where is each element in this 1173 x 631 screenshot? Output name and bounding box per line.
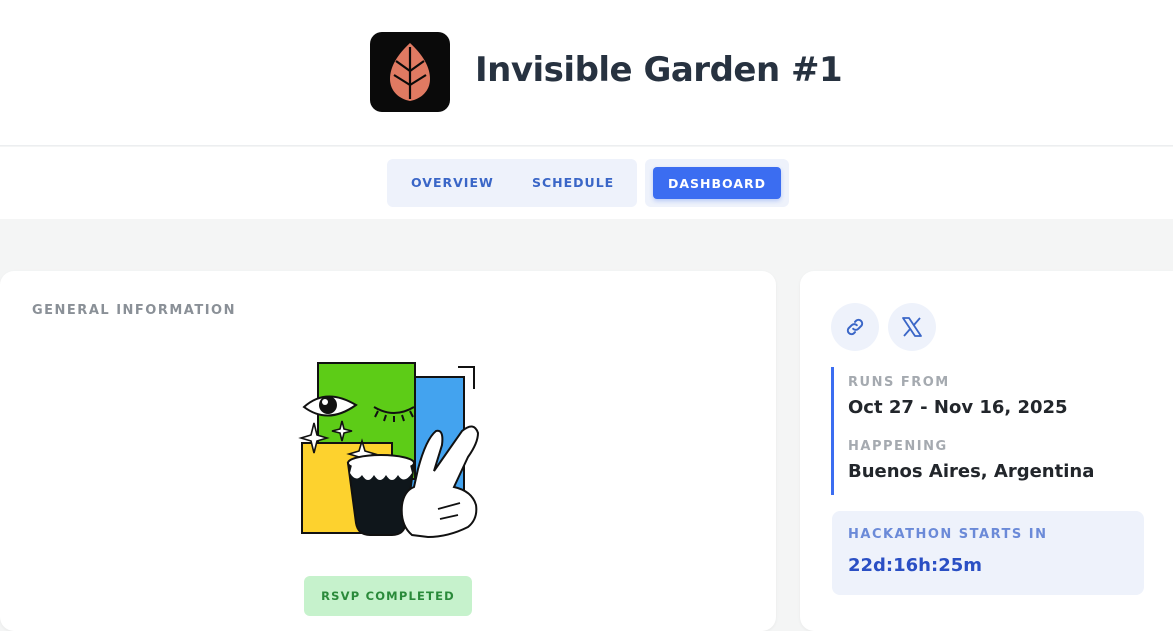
tab-schedule[interactable]: SCHEDULE	[532, 175, 614, 190]
happening-value: Buenos Aires, Argentina	[848, 461, 1095, 482]
x-profile-button[interactable]	[888, 303, 936, 351]
countdown-label: HACKATHON STARTS IN	[848, 527, 1048, 542]
link-icon	[846, 318, 864, 336]
leaf-icon	[390, 43, 430, 101]
page-title: Invisible Garden #1	[475, 50, 843, 90]
rsvp-status-badge: RSVP COMPLETED	[304, 576, 472, 616]
nav-bar: OVERVIEW SCHEDULE DASHBOARD	[0, 147, 1173, 219]
section-label: GENERAL INFORMATION	[32, 303, 236, 318]
hackathon-countdown: HACKATHON STARTS IN 22d:16h:25m	[832, 511, 1144, 595]
tab-group: OVERVIEW SCHEDULE	[387, 159, 637, 207]
rsvp-illustration	[298, 362, 480, 539]
x-logo-icon	[902, 317, 922, 337]
countdown-value: 22d:16h:25m	[848, 555, 982, 576]
event-link-button[interactable]	[831, 303, 879, 351]
tab-group-dashboard: DASHBOARD	[645, 159, 789, 207]
event-logo	[370, 32, 450, 112]
general-information-card: GENERAL INFORMATION RSVP COMPLETED	[0, 271, 776, 631]
tab-overview[interactable]: OVERVIEW	[411, 175, 494, 190]
tab-dashboard[interactable]: DASHBOARD	[653, 167, 781, 199]
runs-from-value: Oct 27 - Nov 16, 2025	[848, 397, 1068, 418]
happening-label: HAPPENING	[848, 439, 948, 454]
event-header: Invisible Garden #1	[0, 0, 1173, 146]
event-details: RUNS FROM Oct 27 - Nov 16, 2025 HAPPENIN…	[831, 367, 1151, 495]
runs-from-label: RUNS FROM	[848, 375, 950, 390]
event-info-card: RUNS FROM Oct 27 - Nov 16, 2025 HAPPENIN…	[800, 271, 1173, 631]
